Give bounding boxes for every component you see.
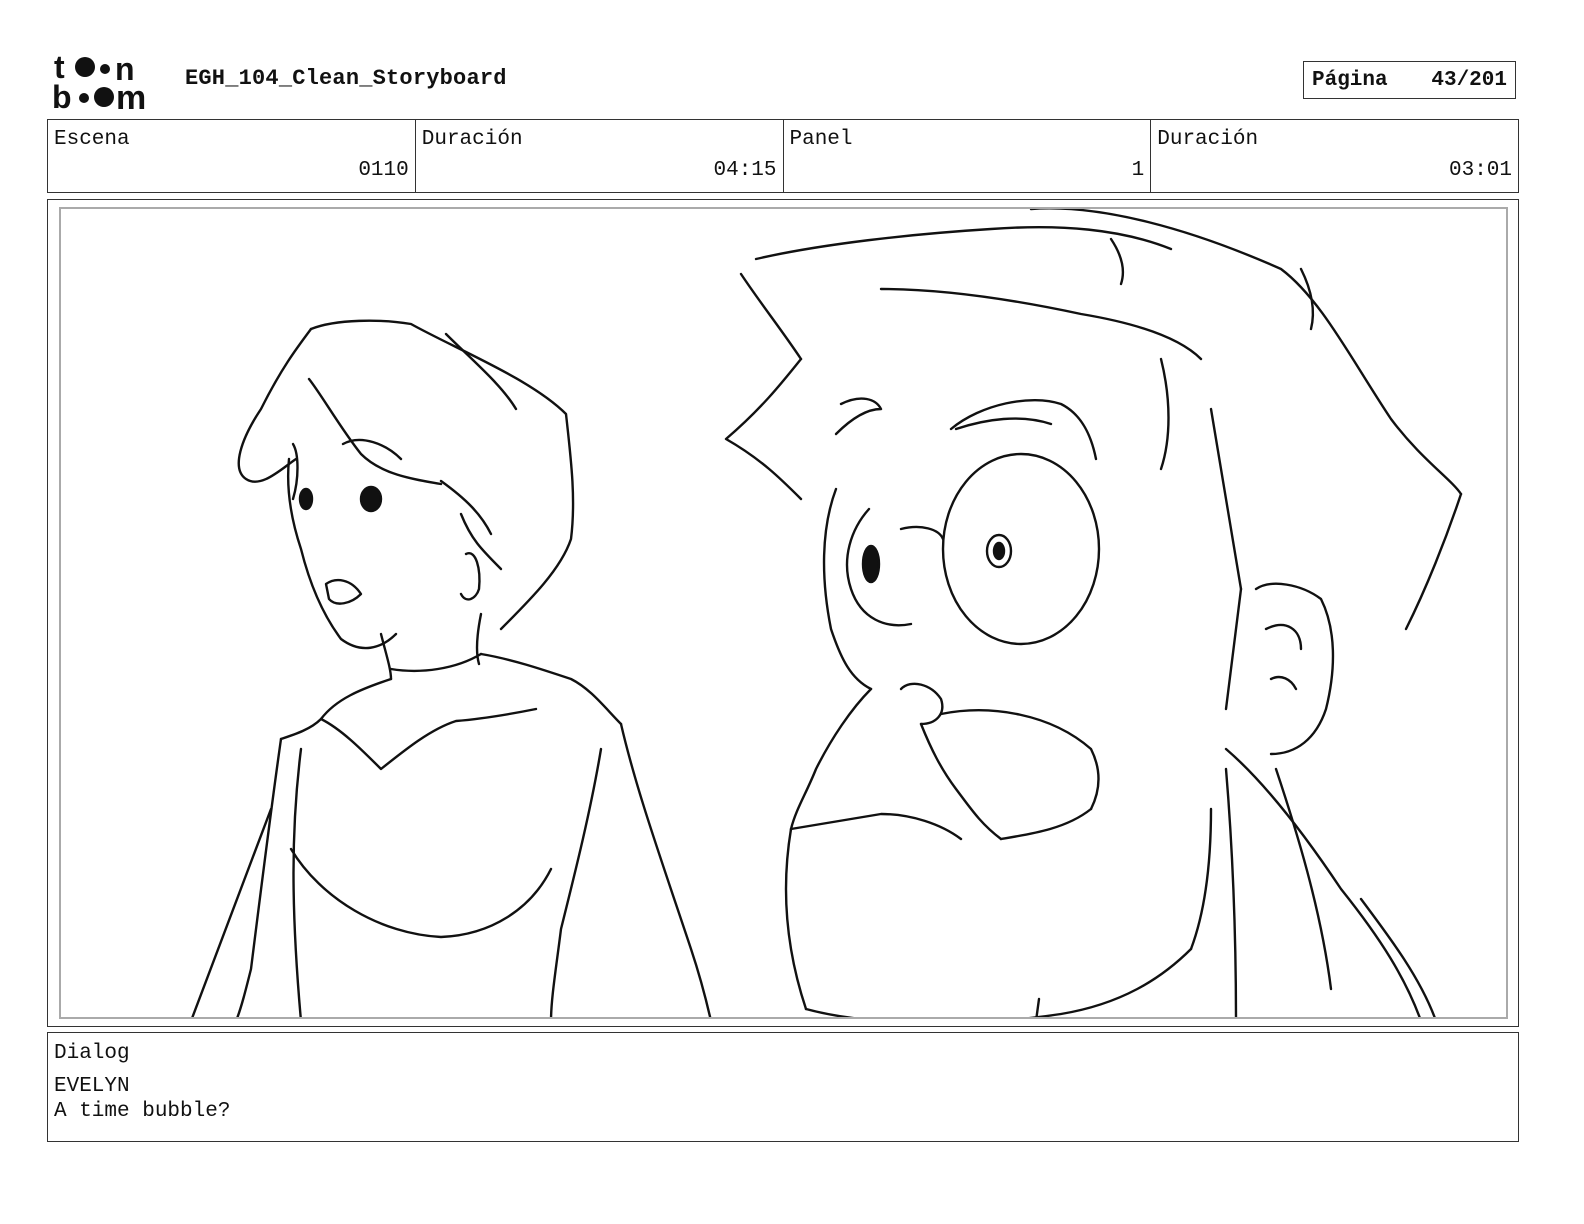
storyboard-panel-image — [59, 207, 1508, 1019]
man-sketch — [724, 209, 1463, 1017]
svg-text:m: m — [116, 79, 146, 112]
dialog-speaker: EVELYN — [54, 1075, 130, 1098]
scene-duration-label: Duración — [421, 128, 523, 151]
dialog-label: Dialog — [54, 1042, 130, 1065]
panel-duration-cell: Duración 03:01 — [1151, 120, 1518, 192]
dialog-box: Dialog EVELYN A time bubble? — [47, 1032, 1519, 1142]
scene-duration-cell: Duración 04:15 — [416, 120, 784, 192]
woman-sketch — [191, 319, 712, 1017]
scene-duration-value: 04:15 — [713, 159, 777, 182]
scene-cell: Escena 0110 — [48, 120, 416, 192]
svg-text:b: b — [52, 79, 72, 112]
dialog-line: A time bubble? — [54, 1100, 231, 1123]
panel-label: Panel — [789, 128, 853, 151]
toon-boom-logo: t n b m — [52, 49, 164, 117]
info-row: Escena 0110 Duración 04:15 Panel 1 Durac… — [47, 119, 1519, 193]
panel-duration-value: 03:01 — [1448, 159, 1512, 182]
page-label: Página — [1312, 68, 1388, 92]
panel-value: 1 — [1131, 159, 1145, 182]
panel-cell: Panel 1 — [784, 120, 1152, 192]
scene-value: 0110 — [358, 159, 409, 182]
scene-label: Escena — [54, 128, 130, 151]
page-indicator: Página 43/201 — [1303, 61, 1516, 99]
document-title: EGH_104_Clean_Storyboard — [185, 66, 507, 91]
panel-duration-label: Duración — [1157, 128, 1259, 151]
page-number: 43/201 — [1431, 68, 1507, 92]
